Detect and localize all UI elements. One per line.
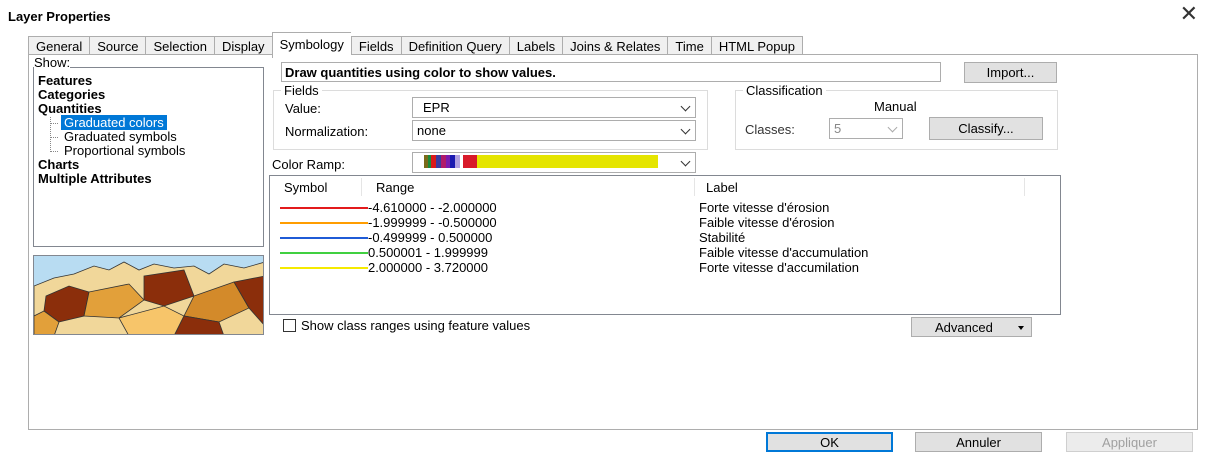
tab-bar: General Source Selection Display Symbolo… bbox=[28, 32, 803, 58]
show-tree[interactable]: Features Categories Quantities Graduated… bbox=[33, 67, 264, 247]
color-ramp-preview bbox=[418, 155, 658, 168]
chevron-down-icon bbox=[680, 156, 691, 167]
color-ramp-label: Color Ramp: bbox=[272, 157, 345, 172]
value-label: Value: bbox=[285, 101, 321, 116]
table-header: Symbol Range Label bbox=[270, 176, 1060, 198]
tree-item-quantities[interactable]: Quantities bbox=[38, 102, 263, 116]
classify-button[interactable]: Classify... bbox=[929, 117, 1043, 140]
header-symbol[interactable]: Symbol bbox=[284, 180, 327, 195]
tree-item-label: Graduated symbols bbox=[64, 129, 177, 144]
color-ramp-swatch bbox=[477, 155, 658, 168]
symbol-swatch[interactable] bbox=[280, 222, 368, 224]
label-cell[interactable]: Faible vitesse d'érosion bbox=[699, 215, 834, 230]
range-cell[interactable]: -4.610000 - -2.000000 bbox=[368, 200, 497, 215]
show-label: Show: bbox=[34, 55, 71, 70]
ok-button[interactable]: OK bbox=[766, 432, 893, 452]
header-label[interactable]: Label bbox=[706, 180, 738, 195]
table-row[interactable]: 0.500001 - 1.999999 Faible vitesse d'acc… bbox=[270, 245, 1060, 260]
classes-label: Classes: bbox=[745, 122, 795, 137]
class-table[interactable]: Symbol Range Label -4.610000 - -2.000000… bbox=[269, 175, 1061, 315]
symbol-swatch[interactable] bbox=[280, 267, 368, 269]
header-divider bbox=[694, 178, 695, 196]
chevron-down-icon bbox=[887, 122, 898, 133]
tree-item-features[interactable]: Features bbox=[38, 74, 263, 88]
tree-item-charts[interactable]: Charts bbox=[38, 158, 263, 172]
table-row[interactable]: -0.499999 - 0.500000 Stabilité bbox=[270, 230, 1060, 245]
range-cell[interactable]: 2.000000 - 3.720000 bbox=[368, 260, 488, 275]
normalization-dropdown-text: none bbox=[417, 123, 446, 138]
label-cell[interactable]: Forte vitesse d'accumilation bbox=[699, 260, 859, 275]
apply-button[interactable]: Appliquer bbox=[1066, 432, 1193, 452]
advanced-button[interactable]: Advanced bbox=[911, 317, 1032, 337]
chevron-down-icon bbox=[680, 101, 691, 112]
value-dropdown-text: EPR bbox=[423, 100, 450, 115]
symbol-swatch[interactable] bbox=[280, 252, 368, 254]
show-class-ranges-checkbox[interactable] bbox=[283, 319, 296, 332]
header-divider bbox=[361, 178, 362, 196]
tree-item-label: Proportional symbols bbox=[64, 143, 186, 158]
tree-item-proportional-symbols[interactable]: Proportional symbols bbox=[38, 144, 263, 158]
dialog-title: Layer Properties bbox=[8, 9, 111, 24]
cancel-button[interactable]: Annuler bbox=[915, 432, 1042, 452]
tree-item-multiple-attributes[interactable]: Multiple Attributes bbox=[38, 172, 263, 186]
symbol-swatch[interactable] bbox=[280, 207, 368, 209]
value-dropdown[interactable]: EPR bbox=[412, 97, 696, 118]
label-cell[interactable]: Faible vitesse d'accumulation bbox=[699, 245, 868, 260]
range-cell[interactable]: -1.999999 - -0.500000 bbox=[368, 215, 497, 230]
header-divider bbox=[1024, 178, 1025, 196]
tree-item-label: Graduated colors bbox=[60, 114, 168, 131]
show-class-ranges-label[interactable]: Show class ranges using feature values bbox=[301, 318, 530, 333]
normalization-label: Normalization: bbox=[285, 124, 369, 139]
tree-item-graduated-colors[interactable]: Graduated colors bbox=[38, 114, 263, 131]
fields-group-title: Fields bbox=[281, 83, 322, 98]
classes-dropdown-text: 5 bbox=[834, 121, 842, 136]
color-ramp-swatch bbox=[463, 155, 477, 168]
tree-item-categories[interactable]: Categories bbox=[38, 88, 263, 102]
table-row[interactable]: -4.610000 - -2.000000 Forte vitesse d'ér… bbox=[270, 200, 1060, 215]
table-row[interactable]: 2.000000 - 3.720000 Forte vitesse d'accu… bbox=[270, 260, 1060, 275]
classification-method: Manual bbox=[874, 99, 917, 114]
import-button[interactable]: Import... bbox=[964, 62, 1057, 83]
symbol-swatch[interactable] bbox=[280, 237, 368, 239]
tab-symbology[interactable]: Symbology bbox=[271, 32, 351, 58]
classes-dropdown[interactable]: 5 bbox=[829, 118, 903, 139]
symbology-description: Draw quantities using color to show valu… bbox=[281, 62, 941, 82]
chevron-down-icon bbox=[680, 124, 691, 135]
normalization-dropdown[interactable]: none bbox=[412, 120, 696, 141]
range-cell[interactable]: 0.500001 - 1.999999 bbox=[368, 245, 488, 260]
range-cell[interactable]: -0.499999 - 0.500000 bbox=[368, 230, 492, 245]
dropdown-arrow-icon bbox=[1018, 326, 1024, 330]
map-preview-image bbox=[33, 255, 264, 335]
classification-group-title: Classification bbox=[743, 83, 826, 98]
label-cell[interactable]: Stabilité bbox=[699, 230, 745, 245]
header-range[interactable]: Range bbox=[376, 180, 414, 195]
label-cell[interactable]: Forte vitesse d'érosion bbox=[699, 200, 829, 215]
tree-item-graduated-symbols[interactable]: Graduated symbols bbox=[38, 130, 263, 144]
close-icon[interactable]: ✕ bbox=[1180, 3, 1198, 25]
table-row[interactable]: -1.999999 - -0.500000 Faible vitesse d'é… bbox=[270, 215, 1060, 230]
advanced-button-label: Advanced bbox=[935, 320, 993, 335]
